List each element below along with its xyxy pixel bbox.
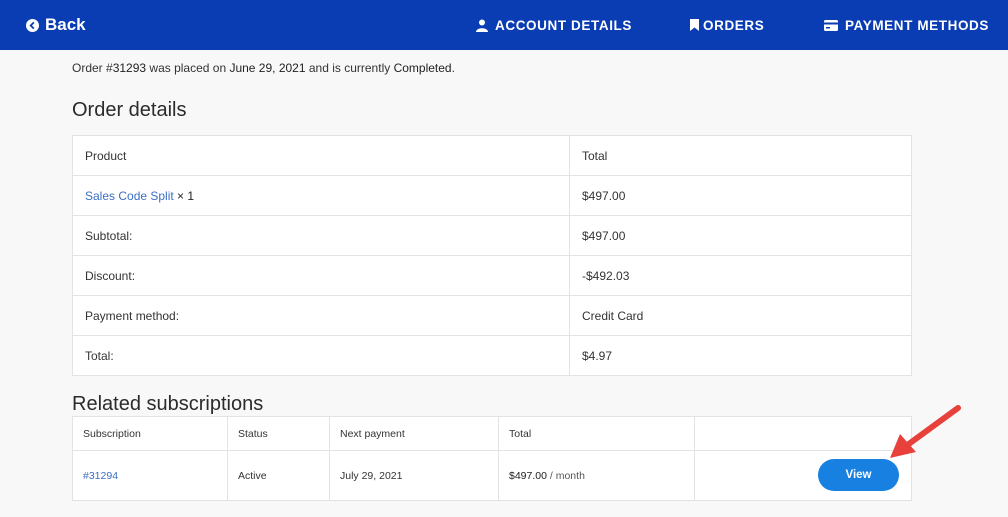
intro-suffix: . (451, 61, 455, 75)
row-value: $4.97 (569, 335, 912, 376)
subscription-total-cell: $497.00 / month (498, 450, 695, 501)
credit-card-icon (824, 19, 838, 31)
row-label: Payment method: (72, 295, 570, 336)
nav-account-details[interactable]: ACCOUNT DETAILS (476, 0, 632, 50)
nav-account-label: ACCOUNT DETAILS (495, 17, 632, 33)
order-status: Completed (393, 61, 452, 75)
subscription-next-payment: July 29, 2021 (329, 450, 499, 501)
col-total: Total (498, 416, 695, 451)
intro-text-1: was placed on (146, 61, 230, 75)
table-row: Sales Code Split × 1 $497.00 (72, 175, 912, 216)
col-total: Total (569, 135, 912, 176)
order-details-table: Product Total Sales Code Split × 1 $497.… (72, 135, 912, 376)
subscription-link[interactable]: #31294 (83, 470, 118, 482)
order-details-heading: Order details (72, 99, 187, 121)
table-header-row: Product Total (72, 135, 912, 176)
order-number: 31293 (112, 61, 147, 75)
nav-orders[interactable]: ORDERS (690, 0, 764, 50)
subscription-id-cell: #31294 (72, 450, 228, 501)
order-summary-text: Order #31293 was placed on June 29, 2021… (72, 61, 455, 75)
row-label: Subtotal: (72, 215, 570, 256)
row-value: -$492.03 (569, 255, 912, 296)
row-value: Credit Card (569, 295, 912, 336)
col-subscription: Subscription (72, 416, 228, 451)
product-cell: Sales Code Split × 1 (72, 175, 570, 216)
subscription-status: Active (227, 450, 330, 501)
table-row: Subtotal: $497.00 (72, 215, 912, 256)
top-navigation-bar: Back ACCOUNT DETAILS ORDERS PAYMENT METH… (0, 0, 1008, 50)
product-quantity: × 1 (173, 188, 195, 203)
related-subscriptions-table: Subscription Status Next payment Total #… (72, 416, 912, 501)
intro-prefix: Order # (72, 61, 113, 75)
product-link[interactable]: Sales Code Split (85, 189, 174, 203)
product-total: $497.00 (569, 175, 912, 216)
nav-orders-label: ORDERS (703, 17, 765, 33)
table-row: Total: $4.97 (72, 335, 912, 376)
table-header-row: Subscription Status Next payment Total (72, 416, 912, 451)
table-row: #31294 Active July 29, 2021 $497.00 / mo… (72, 450, 912, 501)
col-next-payment: Next payment (329, 416, 499, 451)
table-row: Payment method: Credit Card (72, 295, 912, 336)
bookmark-icon (690, 19, 699, 31)
arrow-left-circle-icon (26, 18, 39, 32)
col-product: Product (72, 135, 570, 176)
order-date: June 29, 2021 (229, 61, 306, 75)
user-icon (476, 19, 488, 32)
col-actions (694, 416, 912, 451)
col-status: Status (227, 416, 330, 451)
subscription-amount: $497.00 (509, 469, 547, 482)
row-label: Discount: (72, 255, 570, 296)
intro-text-2: and is currently (305, 61, 394, 75)
back-label: Back (45, 15, 86, 34)
subscription-period: / month (546, 469, 585, 482)
back-button[interactable]: Back (26, 0, 86, 50)
nav-payment-methods[interactable]: PAYMENT METHODS (824, 0, 989, 50)
row-value: $497.00 (569, 215, 912, 256)
red-arrow-icon (890, 405, 961, 458)
related-subscriptions-heading: Related subscriptions (72, 393, 264, 415)
nav-payments-label: PAYMENT METHODS (845, 17, 990, 33)
table-row: Discount: -$492.03 (72, 255, 912, 296)
row-label: Total: (72, 335, 570, 376)
